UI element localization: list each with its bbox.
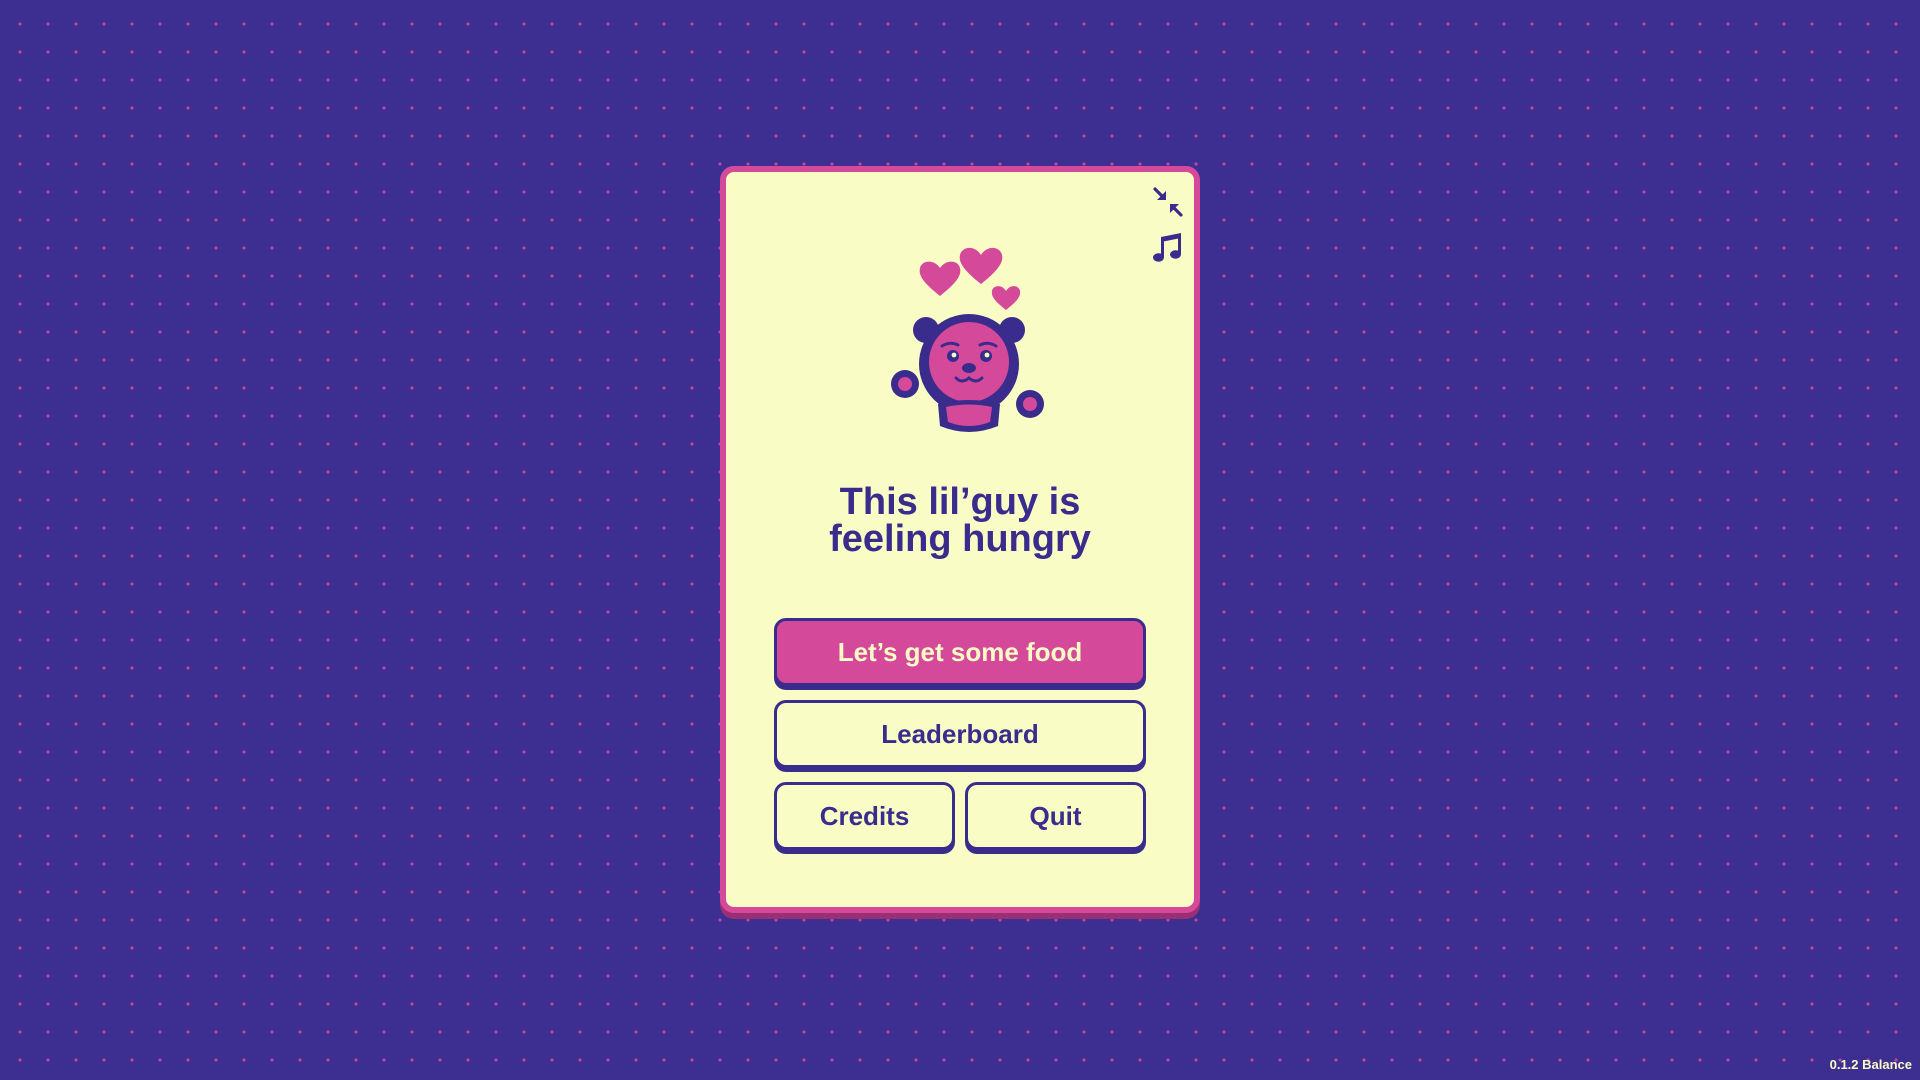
version-label: 0.1.2 Balance bbox=[1829, 1057, 1912, 1072]
leaderboard-button[interactable]: Leaderboard bbox=[774, 700, 1146, 768]
quit-button[interactable]: Quit bbox=[965, 782, 1146, 850]
title-line-1: This lil’guy is bbox=[839, 481, 1081, 523]
main-menu-card: This lil’guy is feeling hungry Let’s get… bbox=[720, 166, 1200, 913]
mascot-bear bbox=[880, 226, 1050, 436]
heart-icon bbox=[959, 247, 1003, 284]
heart-icon bbox=[919, 261, 961, 296]
play-button[interactable]: Let’s get some food bbox=[774, 618, 1146, 686]
music-note-icon[interactable] bbox=[1148, 228, 1188, 268]
compress-arrows-icon[interactable] bbox=[1148, 182, 1188, 222]
title-line-2: feeling hungry bbox=[829, 518, 1091, 560]
menu-title: This lil’guy is feeling hungry bbox=[726, 481, 1194, 560]
heart-icon bbox=[991, 286, 1021, 310]
credits-button[interactable]: Credits bbox=[774, 782, 955, 850]
